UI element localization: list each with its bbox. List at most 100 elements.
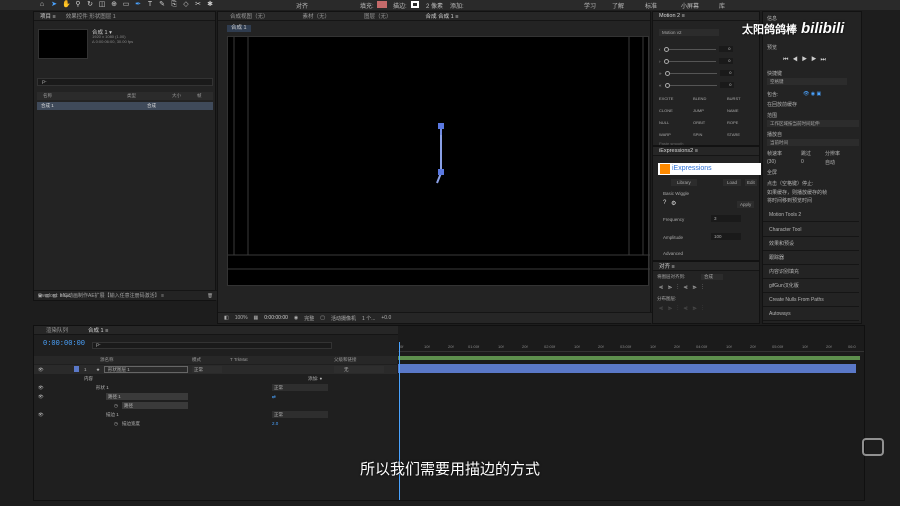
- stroke-width-stopwatch-icon[interactable]: ◷: [114, 419, 118, 428]
- viewer-timecode[interactable]: 0:00:00:00: [264, 315, 288, 321]
- comp-breadcrumb[interactable]: 合成 1: [227, 25, 251, 32]
- tab-align[interactable]: 对齐 ≡: [659, 262, 675, 270]
- brush-tool-icon[interactable]: ✎: [158, 1, 166, 9]
- panel-autoways[interactable]: Autoways: [763, 308, 859, 321]
- project-search-input[interactable]: ρ-: [37, 78, 213, 86]
- views-select[interactable]: 1 个...: [362, 315, 375, 322]
- param-frequency-input[interactable]: 3: [711, 215, 741, 222]
- snapshot-icon[interactable]: ◧: [224, 315, 229, 321]
- stroke1-blend-select[interactable]: 正常: [272, 411, 328, 418]
- fill-swatch[interactable]: [377, 1, 387, 8]
- tab-comp[interactable]: 合成 合成 1 ≡: [426, 12, 459, 20]
- shortcut-select[interactable]: 空格键: [767, 78, 847, 85]
- excite-button[interactable]: EXCITE: [659, 96, 673, 101]
- tab-effect-controls[interactable]: 效果控件 形状图层 1: [66, 12, 116, 20]
- puppet-tool-icon[interactable]: ✱: [206, 1, 214, 9]
- layer-name[interactable]: 形状图层 1: [104, 366, 188, 373]
- shape1-row[interactable]: 👁 形状 1 正常: [34, 383, 397, 392]
- align-to-select[interactable]: 合成: [701, 274, 723, 280]
- tab-iexpressions[interactable]: iExpressions2 ≡: [659, 148, 698, 154]
- type-tool-icon[interactable]: T: [146, 1, 154, 9]
- slider-4[interactable]: [664, 82, 717, 88]
- clone-tool-icon[interactable]: ⎘: [170, 1, 178, 9]
- value-2[interactable]: 0: [718, 58, 733, 64]
- workspace-standard[interactable]: 标准: [645, 1, 657, 10]
- home-icon[interactable]: ⌂: [38, 1, 46, 9]
- tab-load[interactable]: Load: [723, 179, 742, 186]
- workspace-small-screen[interactable]: 小屏幕: [681, 1, 699, 10]
- zoom-tool-icon[interactable]: ⚲: [74, 1, 82, 9]
- workspace-learn[interactable]: 学习: [584, 1, 596, 10]
- stroke-swatch[interactable]: [411, 1, 419, 8]
- stop-option-cache[interactable]: 如果缓存，则播放缓存的帧: [767, 189, 827, 196]
- slider-knob-1[interactable]: [663, 46, 669, 52]
- resolution-select[interactable]: 完整: [304, 315, 314, 322]
- playback-controls[interactable]: ⏮◀▶▶⏭: [783, 57, 830, 64]
- workspace-understand[interactable]: 了解: [612, 1, 624, 10]
- eraser-tool-icon[interactable]: ◇: [182, 1, 190, 9]
- col-type[interactable]: 类型: [127, 92, 172, 100]
- rectangle-tool-icon[interactable]: ▭: [122, 1, 130, 9]
- cache-checkbox[interactable]: 在回放前缓存: [767, 101, 797, 108]
- stare-button[interactable]: STARE: [727, 132, 740, 137]
- roto-tool-icon[interactable]: ✂: [194, 1, 202, 9]
- timeline-timecode[interactable]: 0:00:00:00: [43, 340, 85, 348]
- play-from-select[interactable]: 当前时间: [767, 139, 859, 146]
- slider-knob-3[interactable]: [664, 70, 670, 76]
- stop-option-move-time[interactable]: 将时间移到预览时间: [767, 197, 812, 204]
- tab-layer[interactable]: 图层（无）: [364, 12, 392, 20]
- tab-project[interactable]: 项目 ≡: [40, 12, 56, 20]
- camera-snapshot-icon[interactable]: ◉: [294, 315, 298, 321]
- work-area-bar[interactable]: [398, 356, 860, 360]
- value-3[interactable]: 0: [719, 70, 734, 76]
- camera-tool-icon[interactable]: ◫: [98, 1, 106, 9]
- range-select[interactable]: 工作区域按当前时间延伸: [767, 120, 859, 127]
- add-label[interactable]: 添加:: [450, 1, 464, 10]
- tab-edit[interactable]: Edit: [745, 179, 757, 186]
- tab-motion2[interactable]: Motion 2 ≡: [659, 13, 685, 19]
- apply-button[interactable]: Apply: [737, 201, 755, 208]
- grid-icon[interactable]: ▦: [254, 315, 259, 321]
- panel-effects-presets[interactable]: 效果和预设: [763, 238, 859, 251]
- parent-select[interactable]: 无: [334, 366, 384, 373]
- path1-row[interactable]: 👁 路径 1 ⇄: [34, 392, 397, 401]
- tab-footage[interactable]: 素材（无）: [303, 12, 331, 20]
- tab-preview[interactable]: 预览: [767, 44, 777, 51]
- path1-visibility-icon[interactable]: 👁: [38, 392, 44, 401]
- fps-select[interactable]: (30): [767, 159, 776, 165]
- motion-version-select[interactable]: Motion v2: [659, 29, 719, 36]
- jump-button[interactable]: JUMP: [693, 108, 704, 113]
- stroke-width-value[interactable]: 2.0: [272, 419, 278, 428]
- col-trkmat[interactable]: T TrkMat: [230, 356, 248, 364]
- hand-tool-icon[interactable]: ✋: [62, 1, 71, 9]
- layer-label-color[interactable]: [74, 366, 79, 372]
- path-vertex-bottom[interactable]: [438, 169, 444, 175]
- skip-select[interactable]: 0: [801, 159, 804, 165]
- exposure-value[interactable]: +0.0: [381, 315, 391, 321]
- col-parent[interactable]: 父级和链接: [334, 356, 357, 364]
- region-icon[interactable]: ▢: [320, 315, 325, 321]
- camera-select[interactable]: 活动摄像机: [331, 315, 356, 322]
- zoom-select[interactable]: 100%: [235, 315, 248, 321]
- align-buttons[interactable]: ⫷⫸⫶⫷⫸⫶: [659, 284, 708, 292]
- col-size[interactable]: 大小: [172, 92, 197, 100]
- project-item-row[interactable]: 合成 1 合成: [37, 102, 213, 110]
- name-button[interactable]: NAME: [727, 108, 739, 113]
- tab-comp-view[interactable]: 合成视图（无）: [230, 12, 269, 20]
- trash-icon[interactable]: 🗑: [207, 293, 213, 299]
- layer-row[interactable]: 👁 1 ★ 形状图层 1 正常 无: [34, 365, 397, 374]
- burst-button[interactable]: BURST: [727, 96, 741, 101]
- blend-button[interactable]: BLEND: [693, 96, 706, 101]
- pen-tool-icon[interactable]: ✒: [134, 1, 142, 9]
- col-name[interactable]: 名称: [37, 92, 127, 100]
- advanced-toggle[interactable]: Advanced: [663, 251, 683, 256]
- res-select[interactable]: 自动: [825, 159, 835, 166]
- workspace-library[interactable]: 库: [719, 1, 725, 10]
- time-ruler[interactable]: 0f 10f 20f 01:00f 10f 20f 02:00f 10f 20f…: [398, 342, 864, 352]
- warp-button[interactable]: WARP: [659, 132, 671, 137]
- stroke1-visibility-icon[interactable]: 👁: [38, 410, 44, 419]
- col-mode[interactable]: 模式: [192, 356, 201, 364]
- rope-button[interactable]: ROPE: [727, 120, 738, 125]
- path-direction-icon[interactable]: ⇄: [272, 392, 276, 401]
- selection-tool-icon[interactable]: ➤: [50, 1, 58, 9]
